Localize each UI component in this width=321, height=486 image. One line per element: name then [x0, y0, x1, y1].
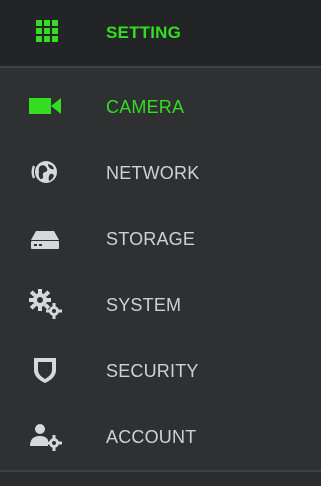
shield-icon: [34, 358, 56, 383]
menu-item-label: STORAGE: [106, 229, 196, 249]
menu-item-camera[interactable]: CAMERA: [0, 82, 321, 136]
hard-drive-icon: [31, 231, 59, 249]
globe-network-icon: [31, 161, 57, 183]
user-settings-icon: [30, 424, 62, 451]
footer-strip: [0, 472, 321, 486]
menu-item-network[interactable]: NETWORK: [0, 148, 321, 202]
menu-item-security[interactable]: SECURITY: [0, 346, 321, 400]
menu-item-system[interactable]: SYSTEM: [0, 280, 321, 334]
grid-icon: [36, 20, 58, 42]
menu-item-label: SYSTEM: [106, 295, 182, 315]
page-title: SETTING: [106, 23, 182, 42]
menu-item-storage[interactable]: STORAGE: [0, 214, 321, 268]
gears-icon: [29, 289, 62, 319]
settings-panel: SETTING CAMERA NETWORK STORAGE SYSTEM SE…: [0, 0, 321, 486]
menu-item-label: CAMERA: [106, 97, 185, 117]
menu-item-label: SECURITY: [106, 361, 199, 381]
menu-item-label: ACCOUNT: [106, 427, 197, 447]
menu-item-account[interactable]: ACCOUNT: [0, 412, 321, 466]
menu-item-label: NETWORK: [106, 163, 200, 183]
settings-header: SETTING: [0, 0, 321, 68]
camera-icon: [29, 98, 61, 114]
